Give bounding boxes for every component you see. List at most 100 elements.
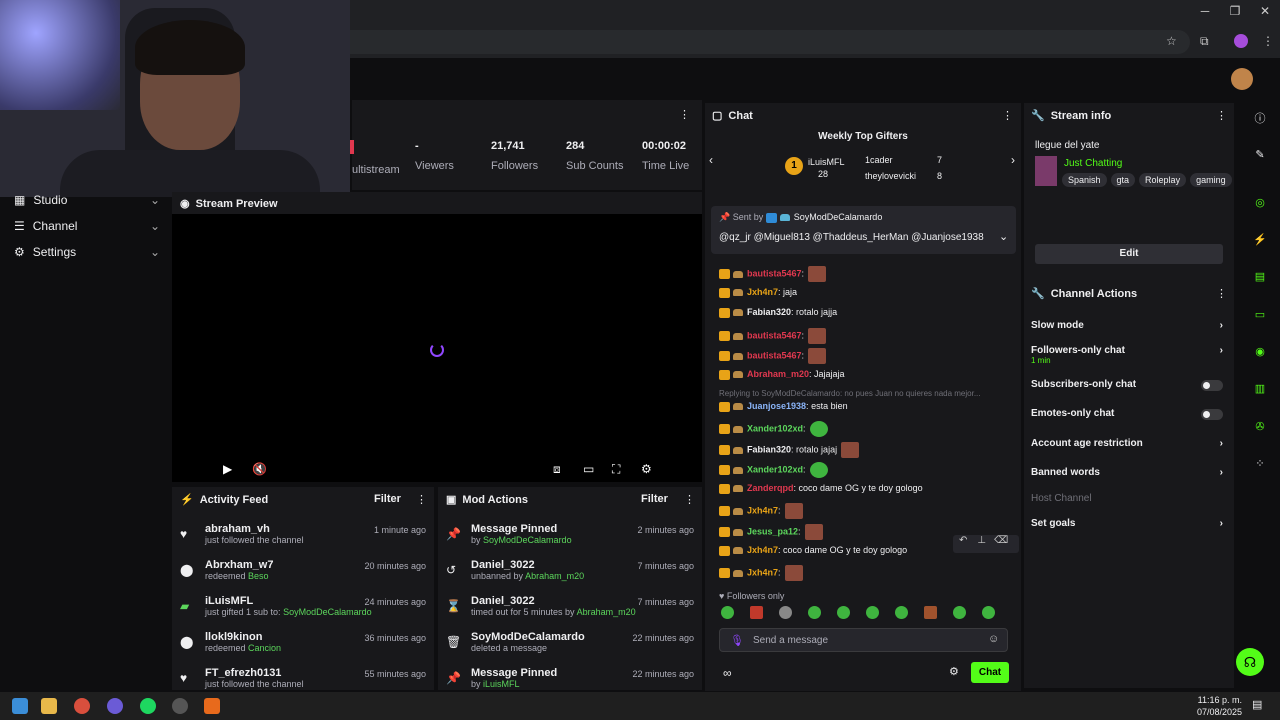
channel-actions-title: 🔧 Channel Actions: [1031, 288, 1138, 300]
toggle-switch[interactable]: [1201, 380, 1223, 391]
broadcast-icon[interactable]: ◉: [1252, 345, 1268, 361]
close-icon[interactable]: ✕: [1250, 4, 1280, 22]
chat-username[interactable]: Jesus_pa12: [747, 526, 798, 536]
pinned-text: @qz_jr @Miguel813 @Thaddeus_HerMan @Juan…: [719, 232, 984, 243]
bookmark-star-icon[interactable]: ☆: [1166, 34, 1177, 48]
more-icon[interactable]: ⋮: [679, 108, 690, 121]
spotify-icon[interactable]: [140, 698, 156, 714]
file-explorer-icon[interactable]: [41, 698, 57, 714]
chat-icon[interactable]: ▭: [1252, 308, 1268, 324]
support-icon[interactable]: ☊: [1236, 648, 1264, 676]
chat-message: Jxh4n7: coco dame OG y te doy gologo: [719, 545, 907, 563]
slow-mode-action[interactable]: Slow mode ›: [1031, 320, 1227, 338]
chat-username[interactable]: Jxh4n7: [747, 567, 778, 577]
play-icon[interactable]: ▶: [223, 462, 237, 476]
menu-icon[interactable]: ⋮: [1262, 34, 1274, 48]
chrome-icon[interactable]: [74, 698, 90, 714]
theatre-icon[interactable]: ▭: [583, 462, 597, 476]
points-icon[interactable]: ∞: [723, 666, 732, 680]
profile-icon[interactable]: [1234, 34, 1248, 48]
gifter-count: 7: [937, 155, 943, 165]
chat-username[interactable]: bautista5467: [747, 268, 802, 278]
info-icon[interactable]: ⓘ: [1252, 110, 1268, 126]
more-icon[interactable]: ⋮: [416, 493, 427, 506]
more-icon[interactable]: ⋮: [1216, 287, 1227, 300]
target-icon[interactable]: ◎: [1252, 196, 1268, 212]
chat-title: ▢ Chat: [712, 110, 753, 122]
chat-input[interactable]: 🎙 Send a message ☺: [719, 628, 1008, 652]
fullscreen-icon[interactable]: ⛶: [612, 462, 626, 476]
toggle-switch[interactable]: [1201, 409, 1223, 420]
gifter-count: 28: [818, 169, 829, 179]
mod-filter-button[interactable]: Filter: [641, 493, 668, 505]
app-icon[interactable]: [204, 698, 220, 714]
account-age-action[interactable]: Account age restriction ›: [1031, 438, 1227, 456]
followers-only-action[interactable]: Followers-only chat 1 min ›: [1031, 345, 1227, 369]
emotes-only-action[interactable]: Emotes-only chat: [1031, 408, 1227, 426]
chat-username[interactable]: Zanderqpd: [747, 483, 794, 493]
avatar[interactable]: [1231, 68, 1253, 90]
pencil-icon[interactable]: ✎: [1252, 148, 1268, 164]
banned-words-action[interactable]: Banned words ›: [1031, 467, 1227, 485]
sub-badge-icon: [719, 465, 730, 475]
chevron-right-icon[interactable]: ›: [1011, 153, 1015, 167]
nav-channel[interactable]: ☰ Channel ⌄: [14, 219, 164, 239]
sub-badge-icon: [719, 401, 730, 412]
pip-icon[interactable]: ⧈: [553, 462, 567, 476]
address-bar[interactable]: [300, 30, 1190, 54]
nav-studio[interactable]: ▦ Studio ⌄: [14, 193, 164, 213]
chat-text: coco dame OG y te doy gologo: [796, 483, 923, 493]
gear-icon[interactable]: ⚙: [641, 462, 655, 476]
chat-username[interactable]: Xander102xd: [747, 423, 803, 433]
mute-icon[interactable]: 🔇: [252, 462, 267, 476]
nav-settings[interactable]: ⚙ Settings ⌄: [14, 245, 164, 265]
apps-icon[interactable]: ⁘: [1252, 457, 1268, 473]
chevron-right-icon: ›: [1219, 518, 1223, 529]
shield-icon: ▣: [446, 494, 457, 506]
chat-username[interactable]: Fabian320: [747, 444, 791, 454]
bolt-icon[interactable]: ⚡: [1252, 233, 1268, 249]
activity-filter-button[interactable]: Filter: [374, 493, 401, 505]
layout-icon[interactable]: ▥: [1252, 382, 1268, 398]
wrench-icon[interactable]: ✇: [1252, 420, 1268, 436]
chat-username[interactable]: bautista5467: [747, 330, 802, 340]
gear-icon[interactable]: ⚙: [949, 665, 959, 678]
emote-bar[interactable]: [721, 606, 1011, 622]
mic-icon: 🎙: [730, 635, 744, 647]
more-icon[interactable]: ⋮: [1216, 109, 1227, 122]
chat-username[interactable]: Abraham_m20: [747, 369, 809, 379]
pinned-message[interactable]: 📌 Sent by SoyModDeCalamardo @qz_jr @Migu…: [711, 206, 1016, 254]
pin-icon: 📌: [446, 671, 461, 685]
document-icon[interactable]: ▤: [1252, 270, 1268, 286]
windows-start-icon[interactable]: [12, 698, 28, 714]
restore-icon[interactable]: ❐: [1220, 4, 1250, 22]
left-nav: ▦ Studio ⌄ ☰ Channel ⌄ ⚙ Settings ⌄: [0, 188, 170, 688]
category-link[interactable]: Just Chatting: [1064, 158, 1122, 169]
sub-badge-icon: [719, 545, 730, 556]
tags: Spanish gta Roleplay gaming: [1062, 173, 1237, 187]
subscribers-only-action[interactable]: Subscribers-only chat: [1031, 379, 1227, 397]
chevron-left-icon[interactable]: ‹: [709, 153, 713, 167]
chat-username[interactable]: Jxh4n7: [747, 287, 778, 297]
send-chat-button[interactable]: Chat: [971, 662, 1009, 683]
chat-username[interactable]: bautista5467: [747, 350, 802, 360]
gifter-name: theylovevicki: [865, 171, 917, 181]
chat-username[interactable]: Fabian320: [747, 307, 791, 317]
edit-button[interactable]: Edit: [1035, 244, 1223, 264]
minimize-icon[interactable]: ─: [1190, 4, 1220, 22]
more-icon[interactable]: ⋮: [1002, 109, 1013, 122]
notification-icon[interactable]: ▤: [1252, 698, 1262, 711]
chat-message: Fabian320: rotalo jajaj: [719, 442, 860, 460]
extensions-icon[interactable]: ⧉: [1200, 34, 1209, 49]
obs-icon[interactable]: [172, 698, 188, 714]
chrome-profile-icon[interactable]: [107, 698, 123, 714]
more-icon[interactable]: ⋮: [684, 493, 695, 506]
chat-username[interactable]: Jxh4n7: [747, 545, 778, 555]
chevron-down-icon[interactable]: ⌄: [999, 230, 1008, 243]
stream-info-panel: 🔧 Stream info ⋮ llegue del yate Just Chat…: [1024, 103, 1234, 283]
chat-username[interactable]: Jxh4n7: [747, 505, 778, 515]
chat-username[interactable]: Xander102xd: [747, 464, 803, 474]
set-goals-action[interactable]: Set goals ›: [1031, 518, 1227, 536]
mod-actions-title: ▣ Mod Actions: [446, 494, 528, 506]
chat-username[interactable]: Juanjose1938: [747, 401, 806, 411]
